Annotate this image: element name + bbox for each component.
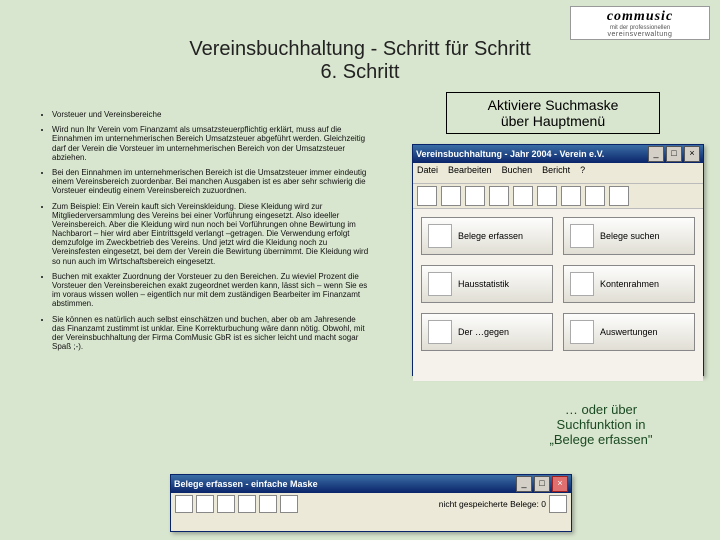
- toolbar-icon[interactable]: [513, 186, 533, 206]
- tool-icon[interactable]: [259, 495, 277, 513]
- tool-icon[interactable]: [280, 495, 298, 513]
- toolbar: nicht gespeicherte Belege: 0: [171, 493, 571, 515]
- document-icon: [428, 224, 452, 248]
- stats-icon: [428, 272, 452, 296]
- tool-icon[interactable]: [217, 495, 235, 513]
- maximize-icon[interactable]: □: [534, 476, 550, 492]
- bullet-item: Vorsteuer und Vereinsbereiche: [52, 110, 370, 119]
- bullet-item: Sie können es natürlich auch selbst eins…: [52, 315, 370, 352]
- status-text: nicht gespeicherte Belege: 0: [439, 499, 546, 509]
- window-vereinsbuchhaltung: Vereinsbuchhaltung - Jahr 2004 - Verein …: [412, 144, 704, 376]
- menubar: Datei Bearbeiten Buchen Bericht ?: [413, 163, 703, 184]
- toolbar: [413, 184, 703, 209]
- btn-auswertungen[interactable]: Auswertungen: [563, 313, 695, 351]
- toolbar-icon[interactable]: [441, 186, 461, 206]
- title-line2: 6. Schritt: [0, 61, 720, 84]
- tool-icon[interactable]: [238, 495, 256, 513]
- toolbar-icon[interactable]: [489, 186, 509, 206]
- tool-icon[interactable]: [175, 495, 193, 513]
- toolbar-icon[interactable]: [585, 186, 605, 206]
- toolbar-icon[interactable]: [417, 186, 437, 206]
- titlebar[interactable]: Belege erfassen - einfache Maske _ □ ×: [171, 475, 571, 493]
- minimize-icon[interactable]: _: [516, 476, 532, 492]
- maximize-icon[interactable]: □: [666, 146, 682, 162]
- misc-icon: [428, 320, 452, 344]
- page-title: Vereinsbuchhaltung - Schritt für Schritt…: [0, 38, 720, 84]
- menu-buchen[interactable]: Buchen: [502, 165, 533, 181]
- bullet-item: Bei den Einnahmen im unternehmerischen B…: [52, 168, 370, 196]
- title-line1: Vereinsbuchhaltung - Schritt für Schritt: [0, 38, 720, 61]
- btn-kontenrahmen[interactable]: Kontenrahmen: [563, 265, 695, 303]
- logo: commusic mit der professionellen vereins…: [570, 6, 710, 40]
- tool-icon[interactable]: [549, 495, 567, 513]
- bullet-item: Zum Beispiel: Ein Verein kauft sich Vere…: [52, 202, 370, 266]
- callout-suchfunktion: … oder über Suchfunktion in „Belege erfa…: [526, 402, 676, 447]
- close-icon[interactable]: ×: [684, 146, 700, 162]
- btn-der-gegen[interactable]: Der …gegen: [421, 313, 553, 351]
- titlebar[interactable]: Vereinsbuchhaltung - Jahr 2004 - Verein …: [413, 145, 703, 163]
- window-body: Belege erfassen Belege suchen Hausstatis…: [413, 209, 703, 381]
- window-title: Vereinsbuchhaltung - Jahr 2004 - Verein …: [416, 149, 604, 159]
- menu-datei[interactable]: Datei: [417, 165, 438, 181]
- toolbar-icon[interactable]: [465, 186, 485, 206]
- menu-bearbeiten[interactable]: Bearbeiten: [448, 165, 492, 181]
- window-title: Belege erfassen - einfache Maske: [174, 479, 318, 489]
- window-belege-erfassen: Belege erfassen - einfache Maske _ □ × n…: [170, 474, 572, 532]
- toolbar-icon[interactable]: [561, 186, 581, 206]
- callout-hauptmenu: Aktiviere Suchmaske über Hauptmenü: [446, 92, 660, 134]
- logo-line3: vereinsverwaltung: [573, 31, 707, 38]
- accounts-icon: [570, 272, 594, 296]
- close-icon[interactable]: ×: [552, 476, 568, 492]
- menu-help[interactable]: ?: [580, 165, 585, 181]
- btn-belege-erfassen[interactable]: Belege erfassen: [421, 217, 553, 255]
- search-icon: [570, 224, 594, 248]
- btn-hausstatistik[interactable]: Hausstatistik: [421, 265, 553, 303]
- btn-belege-suchen[interactable]: Belege suchen: [563, 217, 695, 255]
- bullet-item: Wird nun Ihr Verein vom Finanzamt als um…: [52, 125, 370, 162]
- bullet-item: Buchen mit exakter Zuordnung der Vorsteu…: [52, 272, 370, 309]
- bullet-list: Vorsteuer und Vereinsbereiche Wird nun I…: [30, 110, 370, 357]
- menu-bericht[interactable]: Bericht: [542, 165, 570, 181]
- toolbar-icon[interactable]: [609, 186, 629, 206]
- logo-line1: commusic: [573, 9, 707, 25]
- minimize-icon[interactable]: _: [648, 146, 664, 162]
- report-icon: [570, 320, 594, 344]
- tool-icon[interactable]: [196, 495, 214, 513]
- toolbar-icon[interactable]: [537, 186, 557, 206]
